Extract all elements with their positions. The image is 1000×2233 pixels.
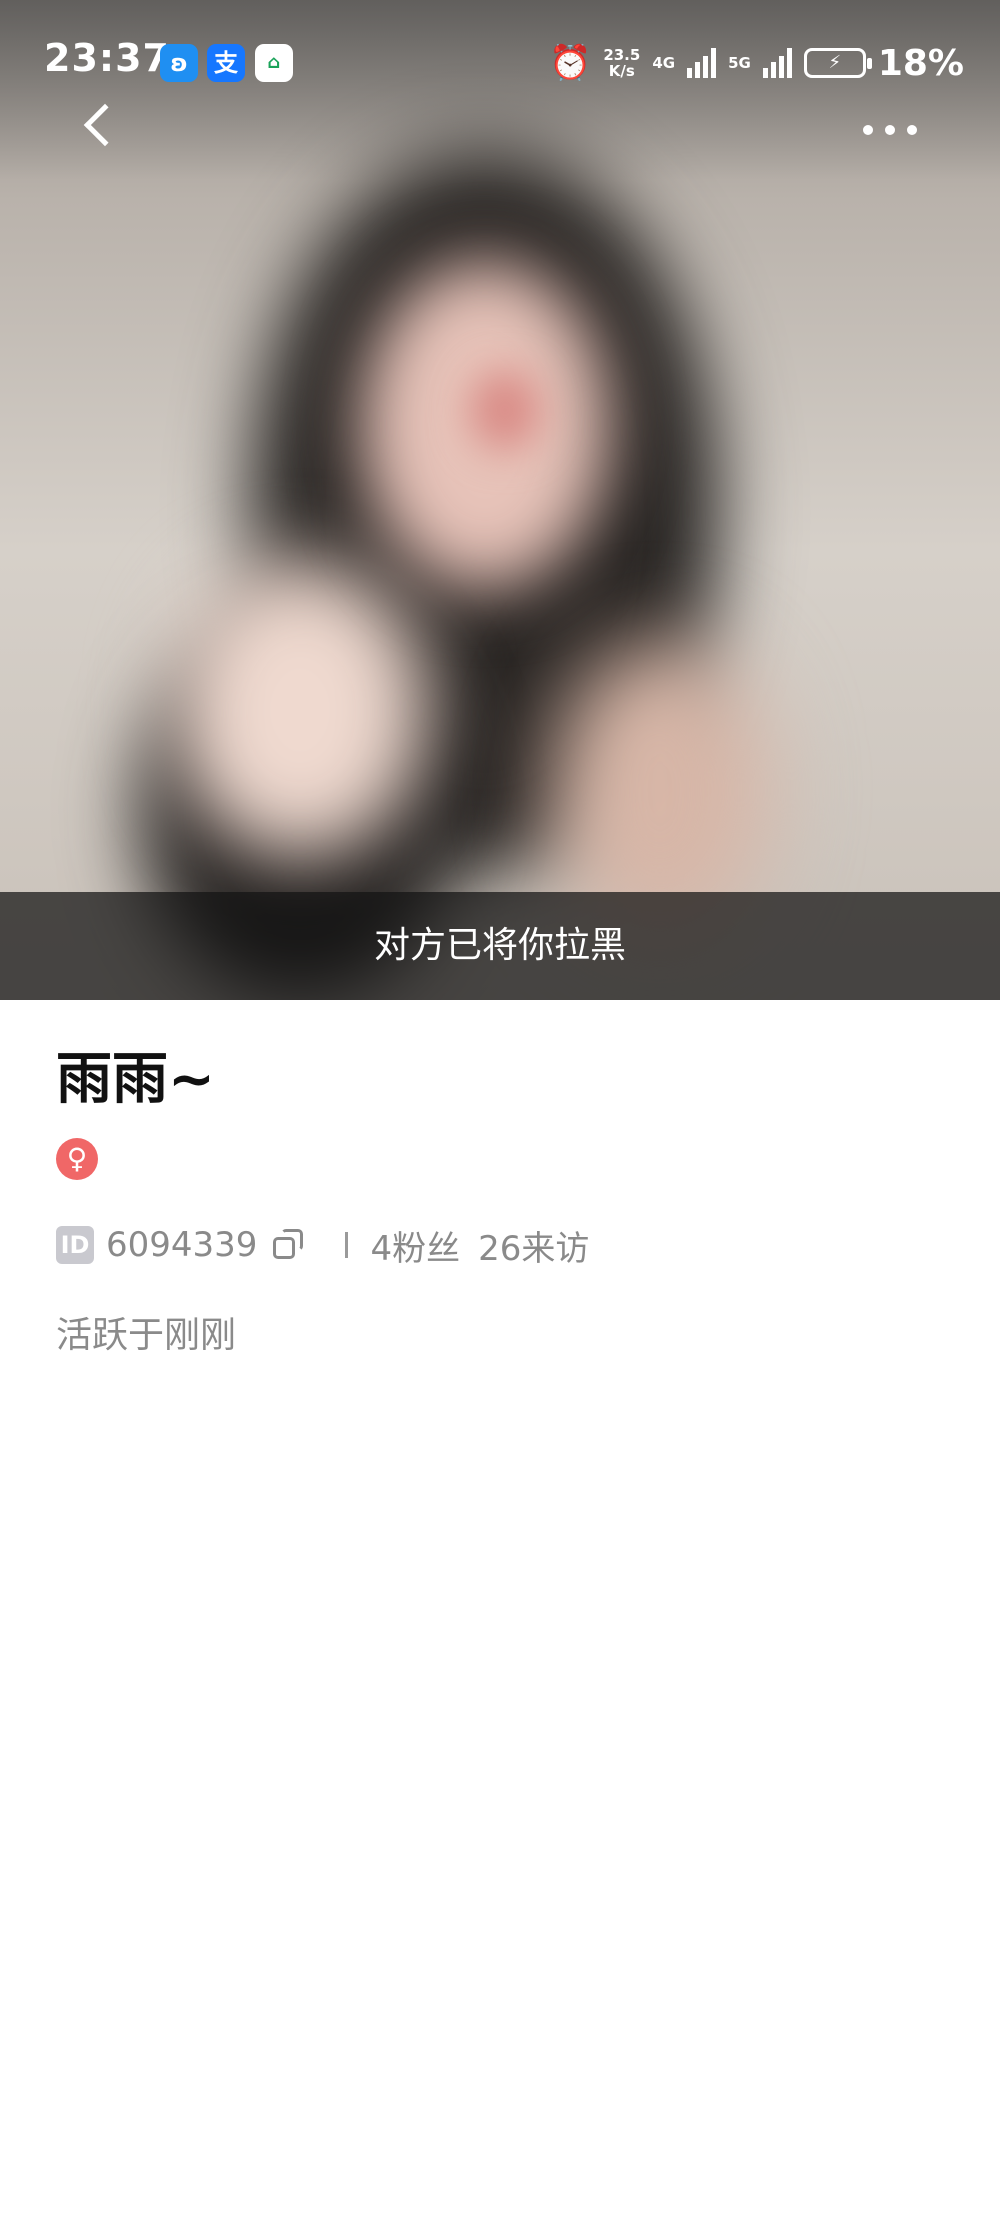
photo-blush-area [470, 370, 540, 450]
more-dot [907, 125, 917, 135]
back-arrow-icon [83, 103, 127, 147]
baidu-app-icon: ʚ [160, 44, 198, 82]
active-status: 活跃于刚刚 [56, 1315, 237, 1356]
alarm-icon: ⏰ [548, 43, 592, 83]
fans-count[interactable]: 4粉丝 [370, 1221, 460, 1270]
net-speed-value: 23.5 [603, 46, 641, 64]
status-right-group: ⏰ 23.5 K/s 4G 5G ⚡ 18% [549, 38, 964, 88]
profile-info: 雨雨~ ♀ ID 6094339 4粉丝 26来访 活跃于刚刚 [56, 1040, 944, 1358]
photo-shoulder-area [170, 560, 430, 860]
home-app-icon: ⌂ [255, 44, 293, 82]
more-dot [885, 125, 895, 135]
net-speed: 23.5 K/s [603, 47, 640, 79]
user-id-value: 6094339 [106, 1225, 258, 1265]
network-5g-label: 5G [728, 54, 751, 72]
more-options-button[interactable] [850, 110, 930, 150]
profile-name: 雨雨~ [56, 1047, 215, 1112]
more-dot [863, 125, 873, 135]
network-4g-label: 4G [652, 54, 676, 72]
divider [345, 1232, 349, 1258]
signal-5g-icon [762, 48, 792, 78]
battery-icon: ⚡ [803, 48, 872, 78]
id-badge-icon: ID [56, 1226, 94, 1264]
net-speed-unit: K/s [608, 62, 635, 80]
status-time: 23:37 [44, 36, 170, 80]
id-stats-row: ID 6094339 4粉丝 26来访 [56, 1220, 944, 1270]
alipay-app-icon: 支 [207, 44, 245, 82]
back-button[interactable] [74, 98, 128, 160]
status-bar: 23:37 ʚ 支 ⌂ ⏰ 23.5 K/s 4G 5G ⚡ 18% [0, 30, 1000, 96]
profile-cover-photo [0, 0, 1000, 1000]
visits-count[interactable]: 26来访 [478, 1221, 589, 1270]
copy-id-icon[interactable] [273, 1229, 305, 1261]
battery-percent: 18% [877, 42, 964, 84]
copy-icon-front [273, 1237, 296, 1259]
blocked-notice-banner: 对方已将你拉黑 [0, 892, 1000, 1000]
signal-4g-icon [687, 48, 717, 78]
female-gender-icon: ♀ [56, 1138, 98, 1180]
